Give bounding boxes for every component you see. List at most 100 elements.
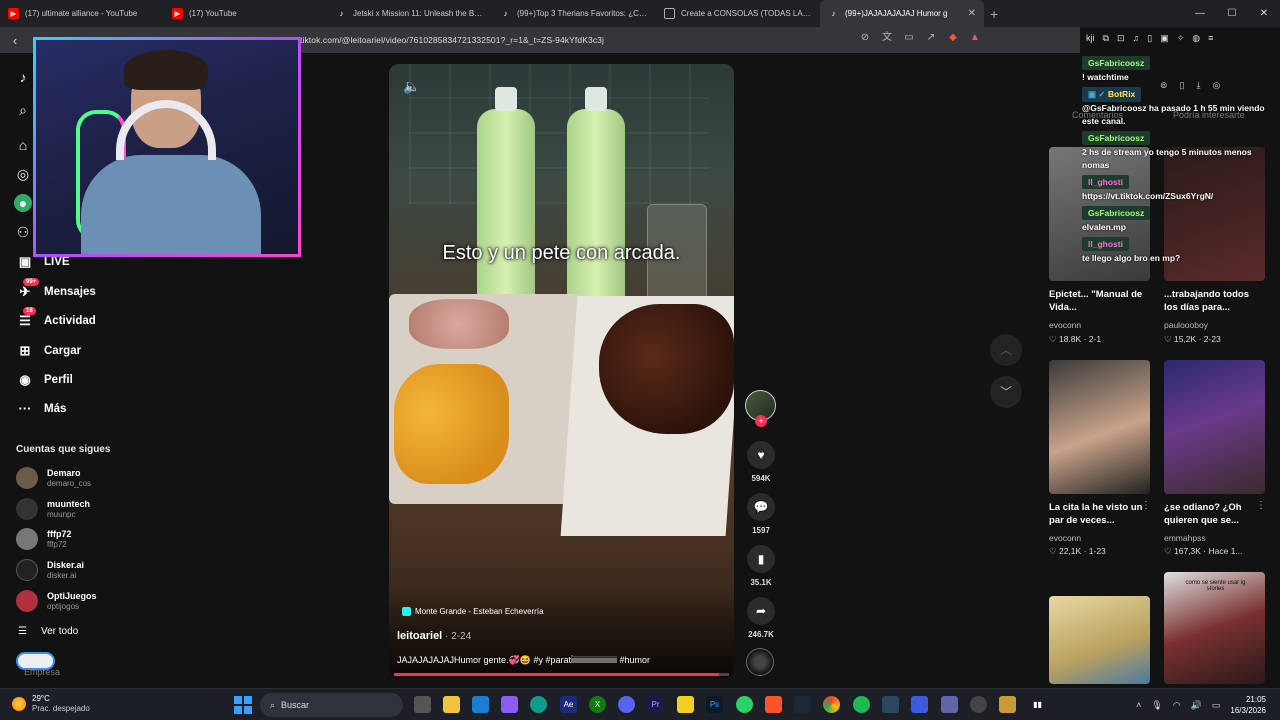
like-button[interactable]: ♥ 594K [746, 441, 776, 483]
explore-icon[interactable]: ◎ [14, 165, 32, 183]
translate-icon[interactable]: 文 [880, 31, 894, 45]
teams-icon[interactable] [941, 696, 958, 713]
close-tab-icon[interactable]: ✕ [968, 8, 976, 19]
save-button[interactable]: ▮ 35.1K [746, 545, 776, 587]
search-icon[interactable]: ⌕ [14, 101, 32, 119]
spotify-icon[interactable] [853, 696, 870, 713]
sidebar-item-upload[interactable]: ⊞ Cargar [16, 343, 82, 359]
adobe-express-icon[interactable]: Ae [560, 696, 577, 713]
location-tag[interactable]: Monte Grande - Esteban Echeverría [402, 607, 544, 616]
follow-plus-icon[interactable]: + [755, 415, 767, 427]
recommended-video[interactable] [1049, 360, 1150, 494]
mic-icon[interactable]: 🎙 [1151, 700, 1162, 711]
puzzle-icon[interactable]: ⧉ [1103, 33, 1109, 44]
url-field[interactable]: tiktok.com/@leitoariel/video/76102858347… [300, 35, 604, 45]
download-icon[interactable]: ⤓ [1197, 80, 1201, 91]
brave-icon[interactable] [765, 696, 782, 713]
brave-shield-icon[interactable]: ◆ [946, 31, 960, 45]
volume-icon[interactable]: 🔈 [403, 78, 420, 95]
tiktok-logo-icon[interactable]: ♪ [14, 68, 32, 86]
menu-icon[interactable]: ≡ [1208, 33, 1213, 44]
browser-tab-active[interactable]: ♪ (99+)JAJAJAJAJAJ Humor g ✕ [820, 0, 984, 27]
browser-tab[interactable]: Create a CONSOLAS (TODAS LAS GE [656, 0, 820, 27]
brave-rewards-icon[interactable]: ▲ [968, 31, 982, 45]
phone-icon[interactable]: ▯ [1180, 80, 1185, 91]
photoshop-icon[interactable]: Ps [706, 696, 723, 713]
recommended-video[interactable] [1049, 596, 1150, 684]
start-button[interactable] [234, 696, 252, 714]
app-icon[interactable] [970, 696, 987, 713]
comment-button[interactable]: 💬 1597 [746, 493, 776, 535]
next-video-button[interactable]: ﹀ [990, 376, 1022, 408]
share-button[interactable]: ➦ 246.7K [746, 597, 776, 639]
app-icon[interactable] [999, 696, 1016, 713]
whatsapp-icon[interactable] [736, 696, 753, 713]
premiere-icon[interactable]: Pr [647, 696, 664, 713]
avatar[interactable]: ● [14, 194, 32, 212]
extension-icon[interactable]: kji [1086, 33, 1095, 44]
sidebar-item-profile[interactable]: ◉ Perfil [16, 372, 72, 388]
previous-video-button[interactable]: ︿ [990, 334, 1022, 366]
sidebar-item-activity[interactable]: ☰ 18 Actividad [16, 307, 96, 329]
followed-account[interactable]: OptiJuegos optijogos [16, 590, 97, 612]
eye-off-icon[interactable]: ⊘ [858, 31, 872, 45]
browser-tab[interactable]: ♪ Jetski x Mission 11: Unleash the Best [328, 0, 492, 27]
more-options-icon[interactable]: ⋮ [1256, 500, 1266, 511]
sidebar-item-messages[interactable]: ✈ 99+ Mensajes [16, 278, 96, 300]
music-disc-icon[interactable] [746, 648, 774, 676]
weather-widget[interactable]: 29°C Prac. despejado [12, 694, 90, 713]
sidebar-item-more[interactable]: ··· Más [16, 401, 67, 417]
more-options-icon[interactable]: ⋮ [1141, 500, 1151, 511]
followed-account[interactable]: Disker.ai disker.ai [16, 559, 84, 581]
home-icon[interactable]: ⌂ [14, 136, 32, 154]
globe-icon[interactable]: ◎ [1212, 80, 1220, 91]
task-view-icon[interactable] [414, 696, 431, 713]
file-explorer-icon[interactable] [443, 696, 460, 713]
recommended-video[interactable] [1164, 360, 1265, 494]
battery-icon[interactable]: ▭ [1212, 700, 1221, 711]
app-icon[interactable] [911, 696, 928, 713]
back-icon[interactable]: ‹ [0, 33, 30, 48]
xbox-icon[interactable]: X [589, 696, 606, 713]
extension-icon[interactable]: ▣ [1160, 33, 1169, 44]
chevron-up-icon[interactable]: ˄ [1136, 700, 1141, 710]
new-tab-button[interactable]: + [990, 6, 998, 22]
steam-alt-icon[interactable] [882, 696, 899, 713]
sticky-notes-icon[interactable] [677, 696, 694, 713]
audio-meter-icon[interactable]: ▮▮ [1029, 696, 1046, 713]
share-icon[interactable]: ↗ [924, 31, 938, 45]
recommended-video[interactable]: como se siente usar ig stories [1164, 572, 1265, 684]
clock[interactable]: 21:05 16/3/2026 [1230, 694, 1266, 716]
close-window-icon[interactable]: ✕ [1248, 0, 1280, 27]
following-icon[interactable]: ⚇ [14, 223, 32, 241]
maximize-icon[interactable]: ☐ [1216, 0, 1248, 27]
browser-tab[interactable]: ▶ (17) YouTube [164, 0, 328, 27]
music-icon[interactable]: ♫ [1132, 33, 1139, 44]
vpn-icon[interactable]: ◍ [1192, 33, 1200, 44]
see-all-link[interactable]: ☰ Ver todo [18, 626, 78, 637]
record-icon[interactable]: ⊚ [1160, 80, 1168, 91]
wifi-icon[interactable]: ◠ [1173, 700, 1181, 711]
minimize-icon[interactable]: — [1184, 0, 1216, 27]
followed-account[interactable]: muuntech muunpc [16, 498, 90, 520]
video-player[interactable]: Esto y un pete con arcada. 🔈 Monte Grand… [389, 64, 734, 678]
followed-account[interactable]: fffp72 fffp72 [16, 528, 72, 550]
extension-icon[interactable]: ✧ [1177, 33, 1185, 44]
sidebar-icon[interactable]: ▯ [1147, 33, 1152, 44]
video-progress-bar[interactable] [394, 673, 729, 676]
edge-browser-icon[interactable] [530, 696, 547, 713]
company-link[interactable]: Empresa [24, 667, 60, 677]
chrome-icon[interactable] [823, 696, 840, 713]
video-author[interactable]: leitoariel · 2-24 [397, 630, 471, 642]
browser-tab[interactable]: ♪ (99+)Top 3 Therians Favoritos: ¿Cuál [492, 0, 656, 27]
edge-icon[interactable] [472, 696, 489, 713]
extension-icon[interactable]: ⊡ [1117, 33, 1125, 44]
screen-icon[interactable]: ▭ [902, 31, 916, 45]
copilot-icon[interactable] [501, 696, 518, 713]
taskbar-search[interactable]: ⌕ Buscar [260, 693, 403, 717]
steam-icon[interactable] [794, 696, 811, 713]
followed-account[interactable]: Demaro demaro_cos [16, 467, 91, 489]
browser-tab[interactable]: ▶ (17) ultimate alliance - YouTube [0, 0, 164, 27]
volume-icon[interactable]: 🔊 [1191, 700, 1202, 711]
discord-icon[interactable] [618, 696, 635, 713]
